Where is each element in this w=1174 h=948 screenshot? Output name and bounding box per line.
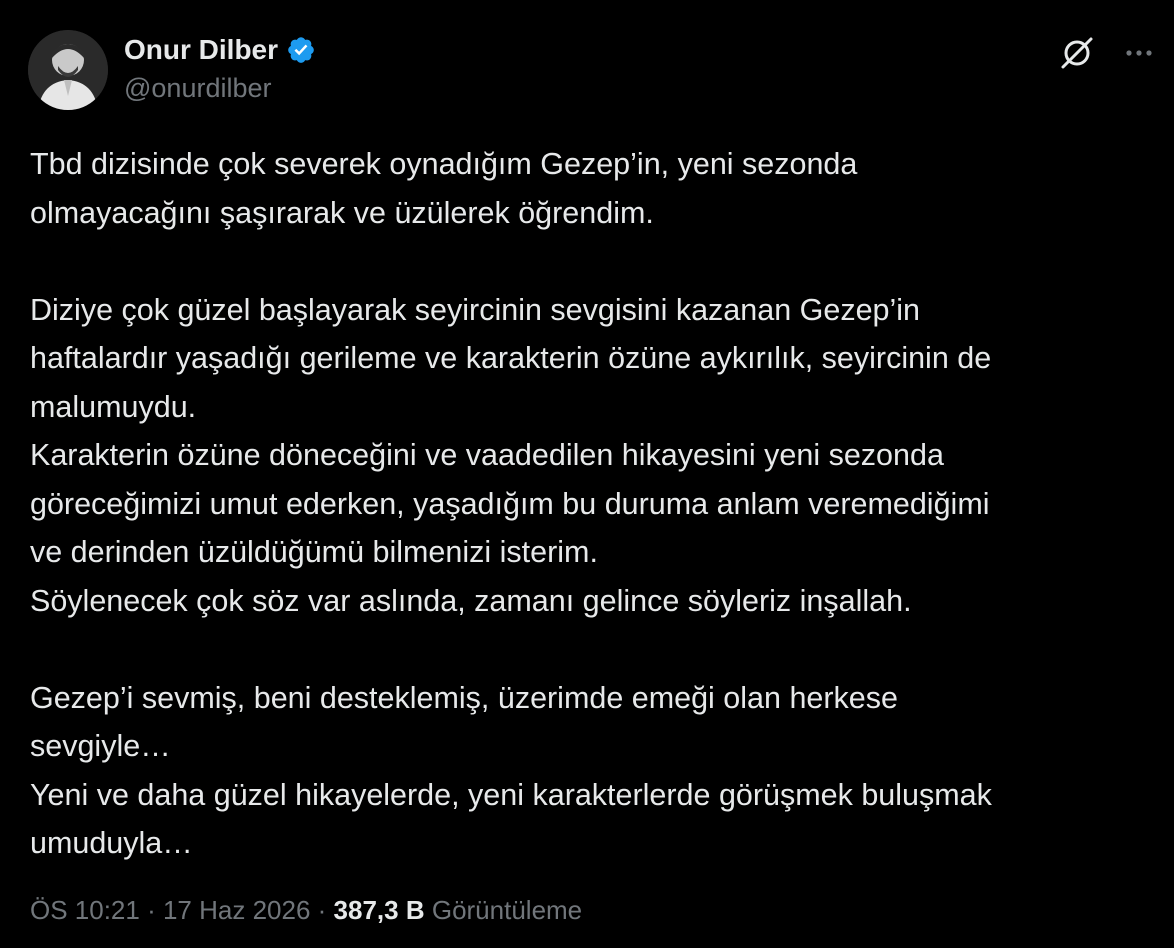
- user-info: Onur Dilber @onurdilber: [124, 32, 316, 106]
- user-handle[interactable]: @onurdilber: [124, 70, 316, 106]
- tweet-line: Yeni ve daha güzel hikayelerde, yeni kar…: [30, 777, 992, 812]
- tweet-text: Tbd dizisinde çok severek oynadığım Geze…: [30, 140, 1150, 868]
- meta-separator: ·: [310, 895, 334, 925]
- tweet-date[interactable]: 17 Haz 2026: [163, 895, 310, 925]
- tweet-line: Gezep’i sevmiş, beni desteklemiş, üzerim…: [30, 680, 898, 715]
- avatar[interactable]: [28, 30, 108, 110]
- top-actions: [1058, 34, 1156, 72]
- tweet-line: malumuydu.: [30, 389, 197, 424]
- views-label: Görüntüleme: [431, 895, 583, 925]
- tweet-line: göreceğimizi umut ederken, yaşadığım bu …: [30, 486, 990, 521]
- more-horizontal-icon[interactable]: [1122, 36, 1156, 70]
- display-name[interactable]: Onur Dilber: [124, 32, 278, 68]
- tweet-line: Diziye çok güzel başlayarak seyircinin s…: [30, 292, 921, 327]
- tweet-line: umuduyla…: [30, 826, 193, 860]
- tweet-line: ve derinden üzüldüğümü bilmenizi isterim…: [30, 535, 598, 569]
- meta-separator: ·: [139, 895, 163, 925]
- views-count[interactable]: 387,3 B: [334, 895, 425, 925]
- name-row: Onur Dilber: [124, 32, 316, 68]
- tweet-line: Karakterin özüne döneceğini ve vaadedile…: [30, 438, 944, 472]
- tweet-line: olmayacağını şaşırarak ve üzülerek öğren…: [30, 195, 654, 230]
- tweet-line: Söylenecek çok söz var aslında, zamanı g…: [30, 583, 912, 618]
- tweet-line: sevgiyle…: [30, 729, 171, 763]
- tweet-time[interactable]: ÖS 10:21: [30, 895, 140, 925]
- verified-badge-icon: [286, 35, 316, 65]
- tweet-line: Tbd dizisinde çok severek oynadığım Geze…: [30, 147, 858, 181]
- grok-icon[interactable]: [1058, 34, 1096, 72]
- tweet-meta: ÖS 10:21 · 17 Haz 2026 · 387,3 B Görüntü…: [30, 890, 582, 930]
- tweet-line: haftalardır yaşadığı gerileme ve karakte…: [30, 341, 992, 375]
- tweet-card: Onur Dilber @onurdilber Tbd dizisinde ço…: [0, 0, 1174, 948]
- avatar-photo: [28, 30, 108, 110]
